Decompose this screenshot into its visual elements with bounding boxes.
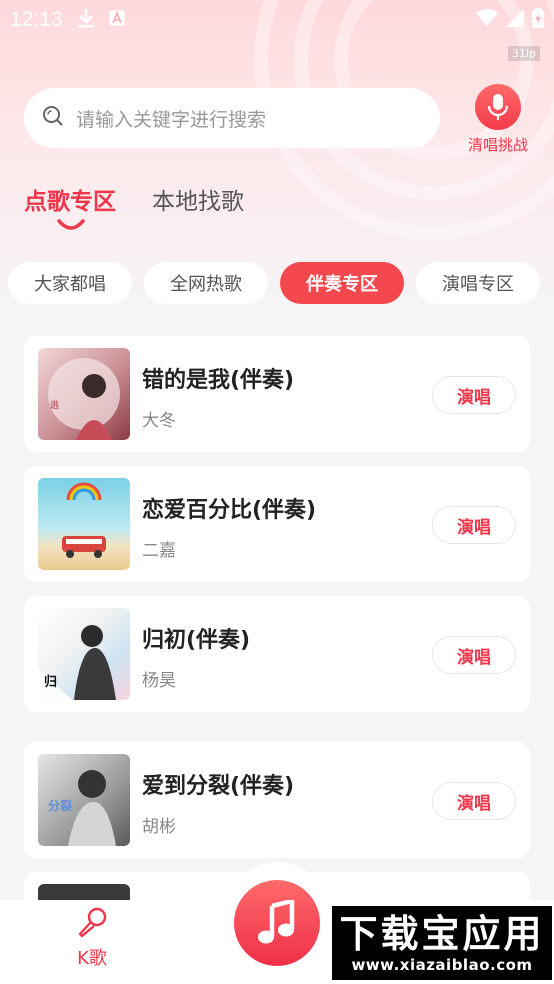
album-cover: 归 (38, 608, 130, 700)
chip-vocal[interactable]: 演唱专区 (416, 262, 540, 304)
microphone-icon (475, 84, 521, 130)
list-item[interactable]: 归 归初(伴奏) 杨昊 演唱 (24, 596, 530, 712)
svg-text:分裂: 分裂 (48, 798, 72, 813)
chip-accompaniment[interactable]: 伴奏专区 (280, 262, 404, 304)
status-bar: 12:13 (0, 0, 554, 40)
chip-hot-songs[interactable]: 全网热歌 (144, 262, 268, 304)
status-time: 12:13 (10, 8, 63, 31)
search-icon (42, 105, 64, 131)
signal-icon (506, 8, 524, 32)
nav-k-label: K歌 (77, 948, 107, 969)
sing-button[interactable]: 演唱 (432, 506, 516, 544)
song-artist: 大冬 (142, 411, 176, 431)
list-item[interactable]: 逃 错的是我(伴奏) 大冬 演唱 (24, 336, 530, 452)
svg-text:归: 归 (44, 674, 57, 690)
music-note-icon (258, 900, 295, 944)
challenge-button[interactable]: 清唱挑战 (462, 84, 534, 155)
album-cover (38, 478, 130, 570)
list-item[interactable]: 恋爱百分比(伴奏) 二嘉 演唱 (24, 466, 530, 582)
battery-icon (532, 7, 544, 33)
song-title: 错的是我(伴奏) (142, 368, 295, 393)
watermark-title: 下载宝应用 (339, 911, 545, 956)
challenge-label: 清唱挑战 (467, 136, 528, 154)
sing-button[interactable]: 演唱 (432, 782, 516, 820)
tab-local-songs[interactable]: 本地找歌 (152, 182, 244, 216)
song-title: 归初(伴奏) (142, 628, 251, 653)
song-artist: 二嘉 (142, 541, 176, 561)
karaoke-mic-icon (78, 907, 107, 938)
nav-k-song[interactable]: K歌 (62, 906, 122, 970)
album-cover: 逃 (38, 348, 130, 440)
search-bar[interactable]: 请输入关键字进行搜索 (24, 88, 440, 148)
tab-song-request[interactable]: 点歌专区 (24, 182, 116, 216)
song-title: 爱到分裂(伴奏) (142, 774, 295, 799)
tab-bar: 点歌专区 本地找歌 (24, 182, 244, 230)
play-music-button[interactable] (234, 880, 320, 966)
list-item[interactable]: 分裂 爱到分裂(伴奏) 胡彬 演唱 (24, 742, 530, 858)
tab-smile-indicator (57, 219, 85, 230)
song-title: 恋爱百分比(伴奏) (142, 498, 317, 523)
category-chips: 大家都唱 全网热歌 伴奏专区 演唱专区 (8, 262, 540, 304)
site-watermark: 下载宝应用 www.xiazaiblao.com (332, 906, 552, 980)
wifi-icon (476, 8, 498, 32)
svg-text:逃: 逃 (50, 399, 59, 411)
chip-everyone-sings[interactable]: 大家都唱 (8, 262, 132, 304)
keyboard-a-icon (109, 10, 125, 30)
song-artist: 胡彬 (142, 817, 176, 837)
sing-button[interactable]: 演唱 (432, 636, 516, 674)
song-artist: 杨昊 (142, 671, 176, 691)
sing-button[interactable]: 演唱 (432, 376, 516, 414)
album-cover: 分裂 (38, 754, 130, 846)
search-placeholder: 请输入关键字进行搜索 (76, 108, 267, 131)
download-icon (77, 8, 95, 32)
watermark-url: www.xiazaiblao.com (351, 956, 533, 974)
corner-tag: 31ip (507, 46, 540, 61)
